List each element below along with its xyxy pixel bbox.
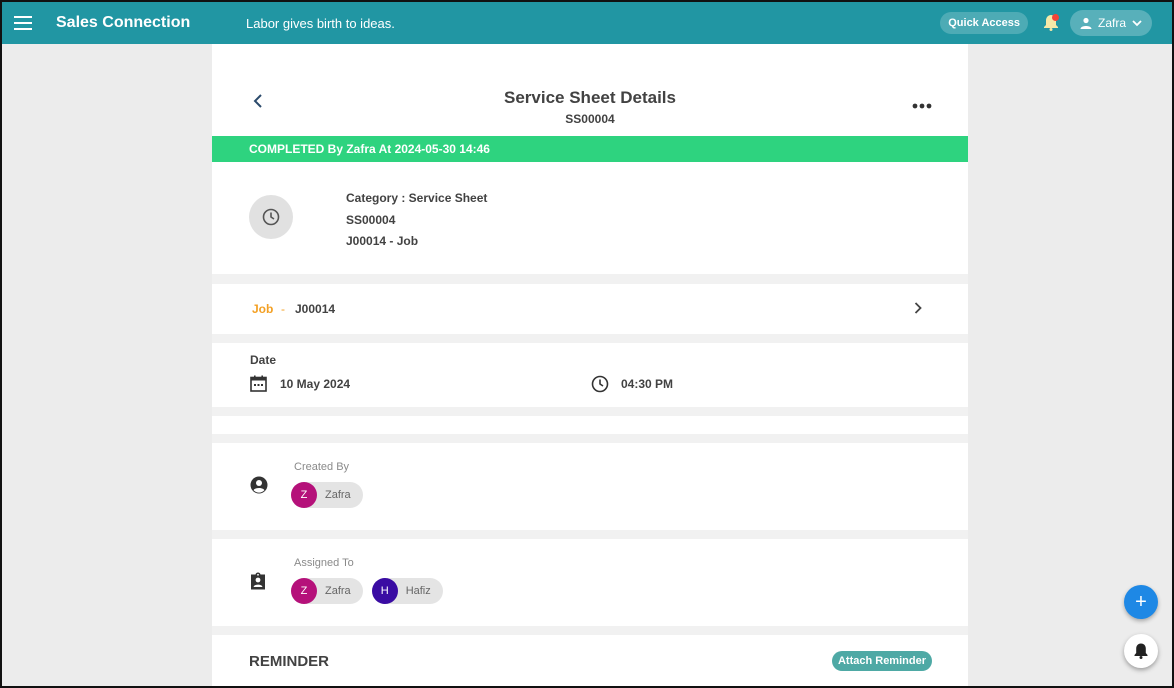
user-chip[interactable]: H Hafiz [371, 578, 443, 604]
category-details: Category : Service Sheet SS00004 J00014 … [346, 188, 487, 253]
quick-access-button[interactable]: Quick Access [940, 12, 1028, 34]
user-chip[interactable]: Z Zafra [291, 578, 363, 604]
tagline: Labor gives birth to ideas. [246, 15, 395, 31]
page-title: Service Sheet Details [504, 88, 676, 107]
clock-icon [591, 375, 609, 398]
chip-name: Zafra [325, 489, 351, 501]
chip-name: Zafra [325, 585, 351, 597]
notification-bell-icon[interactable] [1042, 13, 1060, 33]
category-section: Category : Service Sheet SS00004 J00014 … [212, 162, 968, 274]
reminder-section: REMINDER Attach Reminder [212, 635, 968, 686]
chevron-right-icon[interactable] [914, 301, 922, 319]
time-value: 04:30 PM [621, 377, 674, 391]
calendar-icon [250, 375, 267, 397]
bell-icon [1134, 643, 1148, 659]
date-section: Date 10 May 2024 04:30 PM [212, 343, 968, 407]
job-id: J00014 [295, 302, 336, 316]
divider [212, 434, 968, 443]
divider [212, 407, 968, 416]
user-icon [1080, 17, 1092, 29]
details-card: Service Sheet Details SS00004 COMPLETED … [212, 44, 968, 686]
sheet-code-line: SS00004 [346, 212, 396, 227]
job-link-row[interactable]: Job - J00014 [212, 284, 968, 334]
assigned-to-section: Assigned To Z Zafra H Hafiz [212, 539, 968, 626]
job-label: Job [252, 302, 274, 316]
chip-name: Hafiz [405, 585, 431, 597]
divider [212, 530, 968, 539]
more-options-icon[interactable] [912, 96, 932, 114]
divider [212, 334, 968, 343]
reminder-title: REMINDER [249, 653, 330, 670]
chevron-down-icon [1132, 19, 1142, 26]
divider [212, 626, 968, 635]
divider [212, 274, 968, 284]
assigned-to-chips: Z Zafra H Hafiz [291, 578, 443, 604]
account-circle-icon [250, 476, 268, 499]
details-header: Service Sheet Details SS00004 [212, 44, 968, 136]
hamburger-menu-icon[interactable] [6, 2, 40, 44]
date-value: 10 May 2024 [280, 377, 351, 391]
top-bar: Sales Connection Labor gives birth to id… [2, 2, 1172, 44]
job-dash: - [281, 302, 285, 316]
clock-icon [249, 195, 293, 239]
category-line: Category : Service Sheet [346, 191, 488, 205]
attach-reminder-button[interactable]: Attach Reminder [831, 651, 932, 671]
app-brand[interactable]: Sales Connection [56, 14, 244, 32]
user-chip[interactable]: Z Zafra [291, 482, 363, 508]
status-banner: COMPLETED By Zafra At 2024-05-30 14:46 [212, 136, 968, 162]
app-frame: Sales Connection Labor gives birth to id… [0, 0, 1174, 688]
assigned-to-label: Assigned To [294, 557, 354, 569]
avatar: H [371, 578, 398, 604]
job-line: J00014 - Job [346, 234, 419, 248]
notification-dot [1051, 14, 1059, 21]
date-label: Date [250, 353, 277, 367]
user-menu-button[interactable]: Zafra [1069, 10, 1152, 36]
user-name: Zafra [1097, 16, 1126, 30]
created-by-section: Created By Z Zafra [212, 443, 968, 530]
created-by-label: Created By [294, 461, 350, 473]
avatar: Z [291, 578, 317, 604]
created-by-chips: Z Zafra [291, 482, 363, 508]
add-fab-button[interactable]: + [1124, 585, 1158, 619]
sheet-code: SS00004 [565, 112, 615, 126]
assignment-ind-icon [250, 572, 266, 595]
avatar: Z [291, 482, 317, 508]
reminder-bell-fab[interactable] [1124, 634, 1158, 668]
